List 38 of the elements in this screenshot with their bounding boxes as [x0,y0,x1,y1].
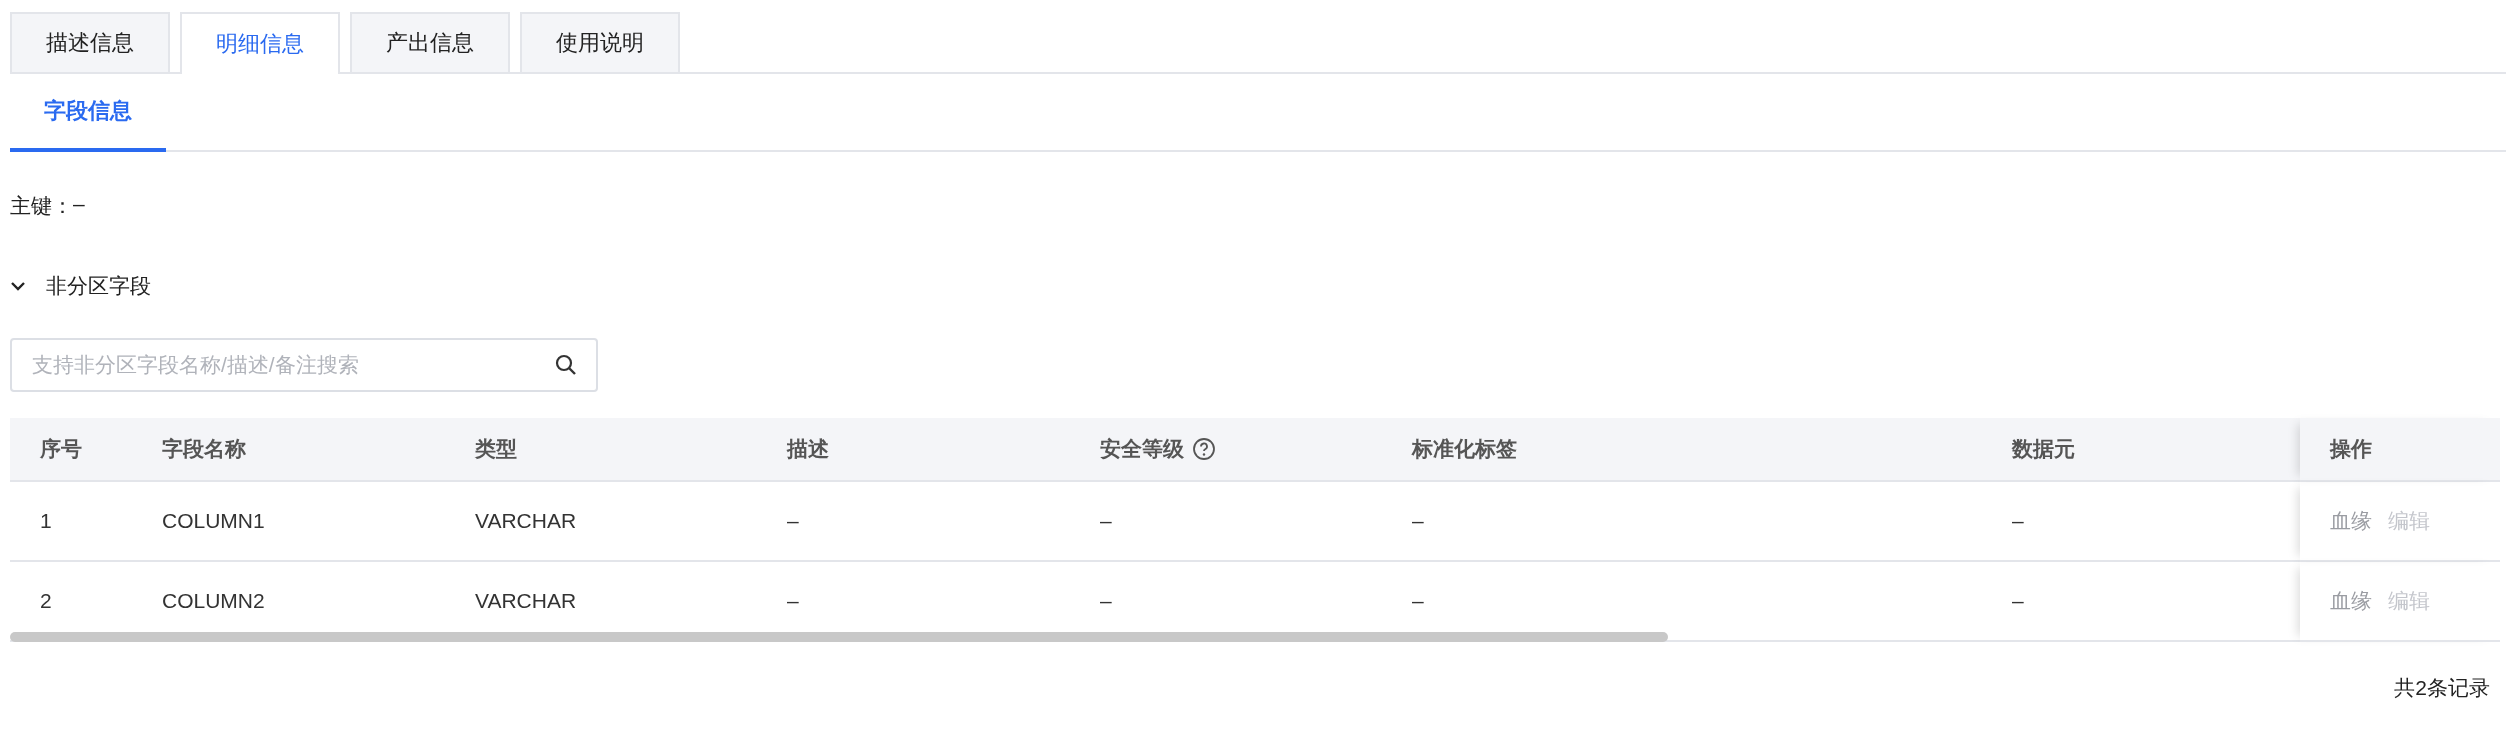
column-header: 安全等级 [1100,436,1184,462]
table-cell: – [1412,509,1424,533]
column-header: 数据元 [2012,436,2075,462]
tab[interactable]: 描述信息 [10,12,170,72]
subtab[interactable]: 字段信息 [10,74,166,152]
primary-key-value: – [73,192,85,217]
tab[interactable]: 使用说明 [520,12,680,72]
table-cell: – [1100,589,1112,613]
column-header: 描述 [787,436,829,462]
column-header: 类型 [475,436,517,462]
table-cell: – [1412,589,1424,613]
column-header: 操作 [2330,436,2372,462]
search-field[interactable]: 支持非分区字段名称/描述/备注搜索 [10,338,598,392]
table-cell: 2 [40,589,52,613]
table-cell: VARCHAR [475,589,577,613]
record-count: 共2条记录 [2394,675,2490,701]
chevron-icon[interactable] [10,281,26,291]
scrollbar-thumb[interactable] [10,632,1668,642]
table-cell: – [2012,509,2024,533]
table-cell: – [1100,509,1112,533]
column-header: 标准化标签 [1412,436,1517,462]
table-cell: – [787,589,799,613]
table-cell: – [787,509,799,533]
primary-key-label: 主键： [10,193,73,219]
action-link[interactable]: 血缘 [2330,587,2372,615]
section-title: 非分区字段 [46,273,151,299]
action-link[interactable]: 血缘 [2330,507,2372,535]
column-header: 字段名称 [162,436,246,462]
help-icon[interactable] [1192,437,1216,461]
column-header: 序号 [40,436,82,462]
table-cell: VARCHAR [475,509,577,533]
search-icon[interactable] [554,353,578,377]
table-cell: COLUMN1 [162,509,265,533]
tab[interactable]: 产出信息 [350,12,510,72]
tab[interactable]: 明细信息 [180,12,340,74]
table-cell: 1 [40,509,52,533]
table-cell: COLUMN2 [162,589,265,613]
table-cell: – [2012,589,2024,613]
